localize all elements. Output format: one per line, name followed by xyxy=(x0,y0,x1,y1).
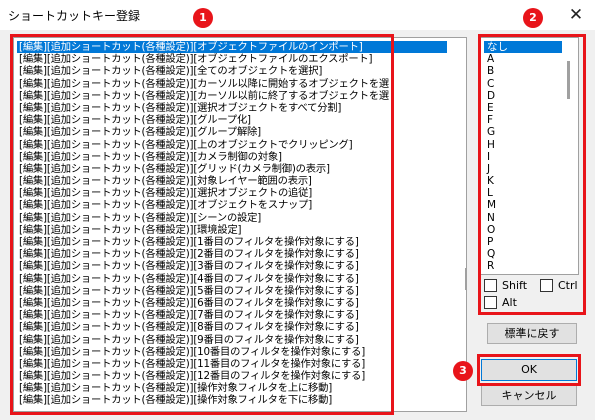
dialog-title: ショートカットキー登録 xyxy=(8,9,141,23)
command-list-scroll-thumb[interactable] xyxy=(465,268,466,290)
shortcut-dialog: ショートカットキー登録 ✕ [編集][追加ショートカット(各種設定)][オブジェ… xyxy=(0,0,595,420)
close-icon[interactable]: ✕ xyxy=(563,2,589,28)
cancel-button[interactable]: キャンセル xyxy=(481,385,577,406)
badge-1: 1 xyxy=(193,8,213,28)
reset-default-button[interactable]: 標準に戻す xyxy=(487,323,577,344)
title-bar: ショートカットキー登録 ✕ xyxy=(0,0,595,30)
highlight-box-1 xyxy=(10,34,394,415)
badge-3: 3 xyxy=(453,361,473,381)
badge-2: 2 xyxy=(523,8,543,28)
highlight-box-3 xyxy=(477,354,581,386)
highlight-box-2 xyxy=(478,34,586,315)
